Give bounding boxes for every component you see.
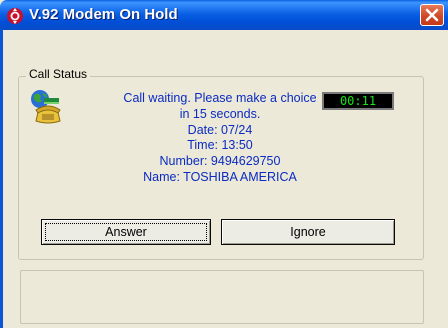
title-bar[interactable]: V.92 Modem On Hold	[0, 0, 448, 30]
ignore-button-label: Ignore	[290, 225, 326, 239]
call-time: Time: 13:50	[187, 138, 253, 153]
call-status-label: Call Status	[26, 67, 91, 81]
window-title: V.92 Modem On Hold	[29, 6, 178, 23]
answer-button[interactable]: Answer	[41, 219, 211, 245]
close-button[interactable]	[420, 4, 444, 26]
globe-phone-icon	[31, 90, 61, 124]
modem-on-hold-window: V.92 Modem On Hold Call Status Call wait…	[0, 0, 448, 328]
ignore-button[interactable]: Ignore	[221, 219, 395, 245]
caller-name: Name: TOSHIBA AMERICA	[143, 169, 297, 184]
countdown-timer: 00:11	[322, 92, 394, 110]
status-bar	[20, 270, 424, 324]
answer-focus-rect	[45, 223, 207, 241]
window-frame-left	[0, 30, 3, 328]
modem-app-icon	[7, 8, 23, 24]
call-number: Number: 9494629750	[159, 154, 281, 169]
close-icon	[425, 8, 439, 22]
call-date: Date: 07/24	[187, 122, 253, 137]
